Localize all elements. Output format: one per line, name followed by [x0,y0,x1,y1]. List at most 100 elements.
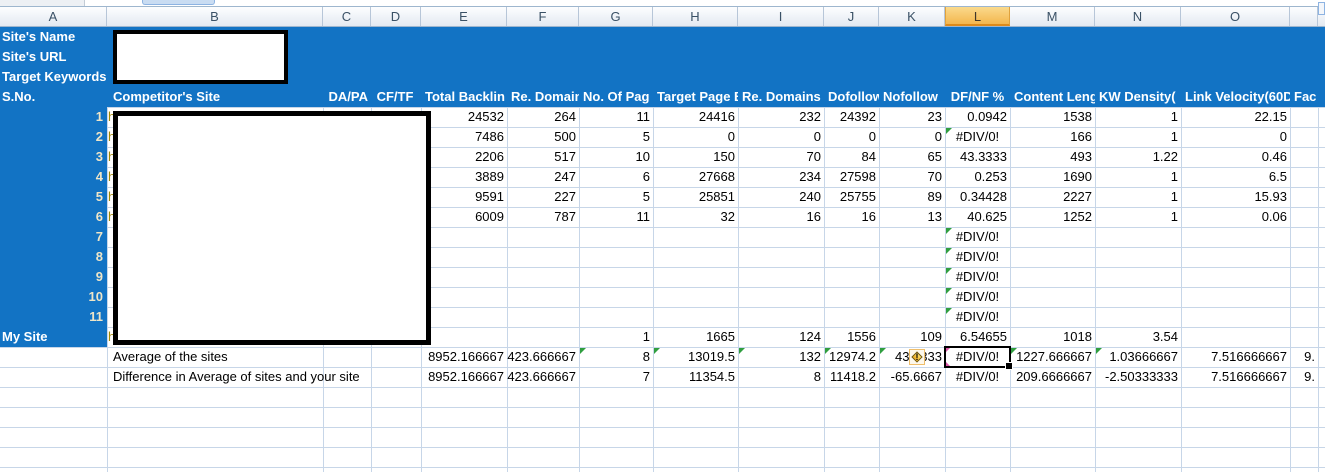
cell-O-1[interactable]: 22.15 [1181,107,1290,127]
cell-L-8[interactable]: #DIV/0! [945,247,1010,267]
row-sno-4[interactable]: 4 [0,167,103,187]
cell-E-1[interactable]: 24532 [421,107,507,127]
column-header-E[interactable]: E [421,7,507,26]
metric-header-J[interactable]: Dofollow [824,87,879,107]
cell-H-4[interactable]: 27668 [653,167,738,187]
column-header-L[interactable]: L [945,7,1010,26]
average-row-label[interactable]: Average of the sites [113,347,228,367]
scrollbar-corner[interactable] [1318,2,1325,15]
label-sites-url[interactable]: Site's URL [2,47,106,67]
column-header-B[interactable]: B [107,7,323,26]
metric-header-P[interactable]: Fac [1290,87,1318,107]
cell-L-difference[interactable]: #DIV/0! [945,367,1010,387]
column-header-partial[interactable] [1290,7,1318,26]
cell-G-average[interactable]: 8 [579,347,653,367]
cell-E-3[interactable]: 2206 [421,147,507,167]
fill-handle[interactable] [1005,362,1013,370]
cell-H-6[interactable]: 32 [653,207,738,227]
cell-O-2[interactable]: 0 [1181,127,1290,147]
cell-I-5[interactable]: 240 [738,187,824,207]
metric-header-M[interactable]: Content Lengtl [1010,87,1095,107]
cell-H-average[interactable]: 13019.5 [653,347,738,367]
cell-F-average[interactable]: 423.666667 [507,347,579,367]
cell-G-difference[interactable]: 7 [579,367,653,387]
cell-N-my-site[interactable]: 3.54 [1095,327,1181,347]
cell-H-my-site[interactable]: 1665 [653,327,738,347]
cell-E-difference[interactable]: 8952.166667 [421,367,507,387]
cell-I-1[interactable]: 232 [738,107,824,127]
cell-J-my-site[interactable]: 1556 [824,327,879,347]
cell-M-average[interactable]: 1227.666667 [1010,347,1095,367]
row-sno-7[interactable]: 7 [0,227,103,247]
cell-I-average[interactable]: 132 [738,347,824,367]
cell-I-6[interactable]: 16 [738,207,824,227]
cell-N-4[interactable]: 1 [1095,167,1181,187]
cell-L-2[interactable]: #DIV/0! [945,127,1010,147]
cell-O-difference[interactable]: 7.516666667 [1181,367,1290,387]
column-header-O[interactable]: O [1181,7,1290,26]
metric-header-N[interactable]: KW Density( [1095,87,1181,107]
cell-F-1[interactable]: 264 [507,107,579,127]
cell-N-6[interactable]: 1 [1095,207,1181,227]
cell-K-3[interactable]: 65 [879,147,945,167]
cell-N-3[interactable]: 1.22 [1095,147,1181,167]
cell-F-2[interactable]: 500 [507,127,579,147]
cell-K-1[interactable]: 23 [879,107,945,127]
label-sites-name[interactable]: Site's Name [2,27,106,47]
row-sno-3[interactable]: 3 [0,147,103,167]
cell-N-difference[interactable]: -2.50333333 [1095,367,1181,387]
cell-N-5[interactable]: 1 [1095,187,1181,207]
column-header-C[interactable]: C [323,7,371,26]
cell-L-11[interactable]: #DIV/0! [945,307,1010,327]
metric-header-K[interactable]: Nofollow [879,87,945,107]
cell-F-5[interactable]: 227 [507,187,579,207]
row-sno-9[interactable]: 9 [0,267,103,287]
da-pa-header[interactable]: DA/PA [323,87,368,107]
cell-J-1[interactable]: 24392 [824,107,879,127]
cell-F-3[interactable]: 517 [507,147,579,167]
cell-H-3[interactable]: 150 [653,147,738,167]
cell-L-10[interactable]: #DIV/0! [945,287,1010,307]
metric-header-H[interactable]: Target Page Ba [653,87,738,107]
cell-K-2[interactable]: 0 [879,127,945,147]
cell-G-6[interactable]: 11 [579,207,653,227]
competitor-site-header[interactable]: Competitor's Site [113,87,318,107]
cell-M-2[interactable]: 166 [1010,127,1095,147]
cell-E-5[interactable]: 9591 [421,187,507,207]
cell-G-1[interactable]: 11 [579,107,653,127]
row-sno-2[interactable]: 2 [0,127,103,147]
cell-O-average[interactable]: 7.516666667 [1181,347,1290,367]
metric-header-O[interactable]: Link Velocity(60D) [1181,87,1290,107]
cell-F-difference[interactable]: 423.666667 [507,367,579,387]
cell-H-1[interactable]: 24416 [653,107,738,127]
cell-K-5[interactable]: 89 [879,187,945,207]
cell-H-5[interactable]: 25851 [653,187,738,207]
cell-L-my-site[interactable]: 6.54655 [945,327,1010,347]
cell-K-6[interactable]: 13 [879,207,945,227]
row-sno-11[interactable]: 11 [0,307,103,327]
label-target-keywords[interactable]: Target Keywords [2,67,106,87]
cell-O-4[interactable]: 6.5 [1181,167,1290,187]
cell-I-4[interactable]: 234 [738,167,824,187]
cf-tf-header[interactable]: CF/TF [371,87,419,107]
cell-L-3[interactable]: 43.3333 [945,147,1010,167]
cell-F-6[interactable]: 787 [507,207,579,227]
cell-K-4[interactable]: 70 [879,167,945,187]
cell-M-difference[interactable]: 209.6666667 [1010,367,1095,387]
cell-J-4[interactable]: 27598 [824,167,879,187]
cell-L-4[interactable]: 0.253 [945,167,1010,187]
cell-J-3[interactable]: 84 [824,147,879,167]
metric-header-E[interactable]: Total Backlin [421,87,507,107]
cell-I-my-site[interactable]: 124 [738,327,824,347]
cell-P-average[interactable]: 9. [1290,347,1318,367]
metric-header-F[interactable]: Re. Domain [507,87,579,107]
cell-J-5[interactable]: 25755 [824,187,879,207]
column-header-G[interactable]: G [579,7,653,26]
cell-J-2[interactable]: 0 [824,127,879,147]
cell-E-6[interactable]: 6009 [421,207,507,227]
column-header-H[interactable]: H [653,7,738,26]
cell-P-difference[interactable]: 9. [1290,367,1318,387]
cell-L-7[interactable]: #DIV/0! [945,227,1010,247]
cell-J-difference[interactable]: 11418.2 [824,367,879,387]
metric-header-I[interactable]: Re. Domains [738,87,824,107]
